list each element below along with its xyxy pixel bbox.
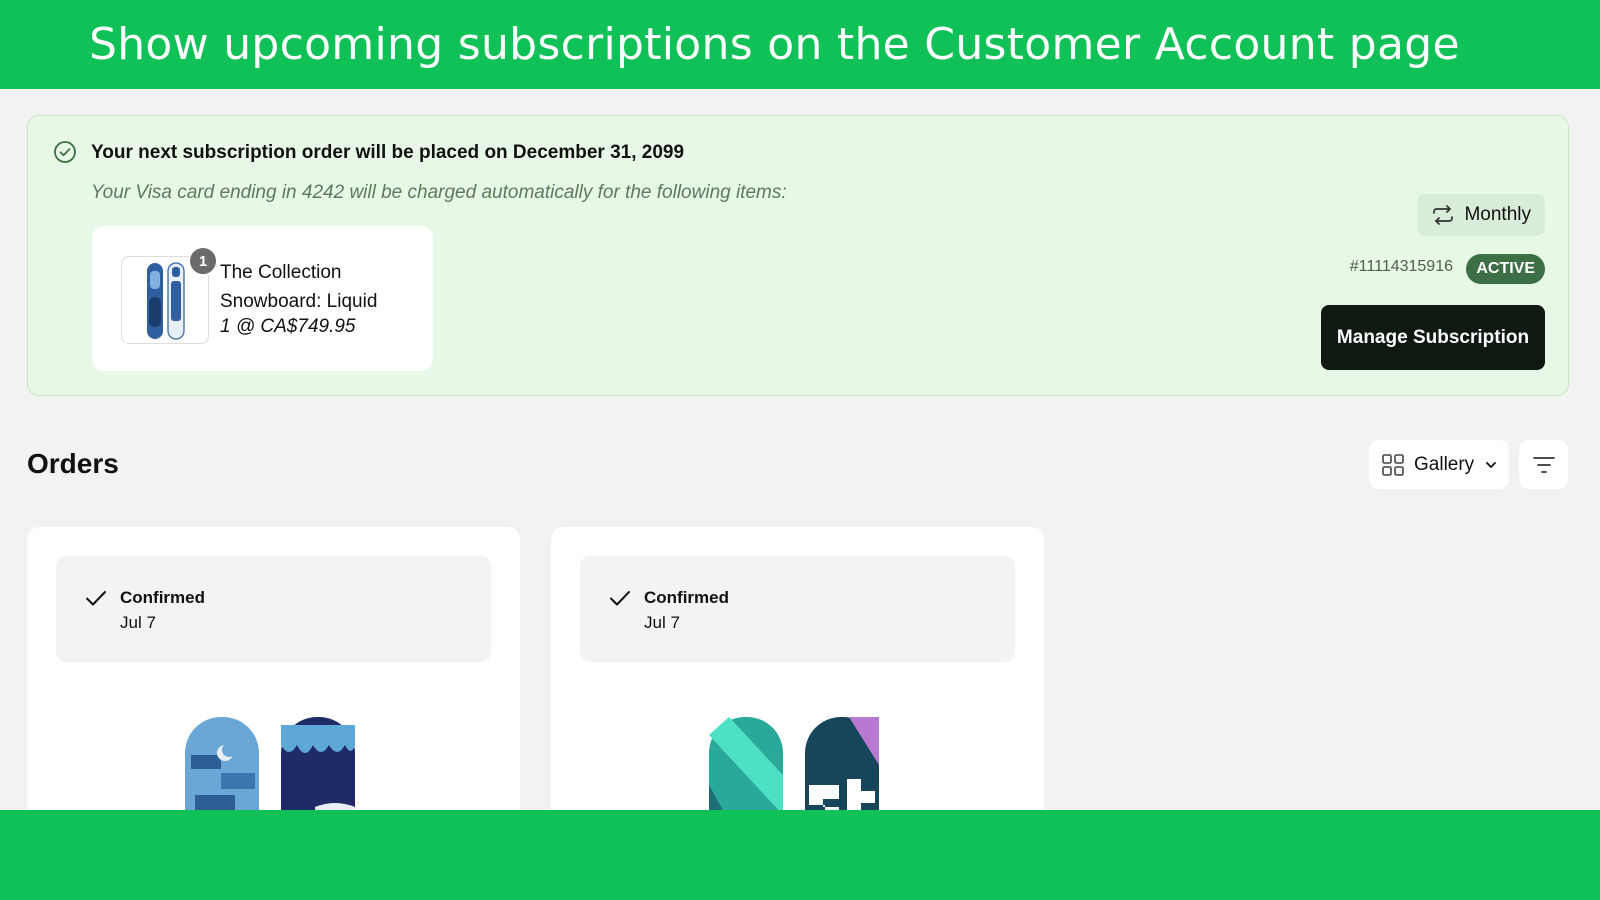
chevron-down-icon bbox=[1486, 461, 1497, 468]
bottom-banner bbox=[0, 810, 1600, 900]
filter-icon bbox=[1532, 456, 1555, 473]
grid-icon bbox=[1382, 453, 1404, 476]
order-date: Jul 7 bbox=[644, 613, 680, 632]
banner-title: Show upcoming subscriptions on the Custo… bbox=[89, 19, 1460, 70]
orders-heading: Orders bbox=[27, 448, 119, 479]
page-banner: Show upcoming subscriptions on the Custo… bbox=[0, 0, 1600, 89]
order-status-label: Confirmed bbox=[120, 588, 205, 607]
next-order-heading: Your next subscription order will be pla… bbox=[91, 142, 685, 163]
manage-subscription-button[interactable]: Manage Subscription bbox=[1321, 305, 1545, 370]
check-icon bbox=[610, 591, 630, 606]
status-badge: ACTIVE bbox=[1466, 254, 1545, 284]
frequency-label: Monthly bbox=[1464, 204, 1531, 225]
product-price: 1 @ CA$749.95 bbox=[220, 316, 356, 337]
frequency-badge: Monthly bbox=[1417, 194, 1545, 236]
repeat-icon bbox=[1433, 205, 1454, 225]
quantity-badge: 1 bbox=[188, 246, 218, 276]
view-selector[interactable]: Gallery bbox=[1369, 440, 1509, 489]
subscription-item: 1 The Collection Snowboard: Liquid 1 @ C… bbox=[92, 226, 433, 371]
order-status-label: Confirmed bbox=[644, 588, 729, 607]
order-date: Jul 7 bbox=[120, 613, 156, 632]
order-status-panel: Confirmed Jul 7 bbox=[580, 556, 1015, 662]
charge-note: Your Visa card ending in 4242 will be ch… bbox=[91, 182, 787, 203]
filter-button[interactable] bbox=[1519, 440, 1568, 489]
check-circle-icon bbox=[54, 141, 76, 163]
view-selector-label: Gallery bbox=[1414, 453, 1475, 475]
check-icon bbox=[86, 591, 106, 606]
subscription-number: #11114315916 bbox=[1349, 258, 1453, 275]
order-card[interactable]: Confirmed Jul 7 bbox=[551, 527, 1044, 827]
product-name: The Collection Snowboard: Liquid bbox=[220, 262, 378, 312]
upcoming-subscription-card: Your next subscription order will be pla… bbox=[27, 115, 1569, 396]
order-status-panel: Confirmed Jul 7 bbox=[56, 556, 491, 662]
order-card[interactable]: Confirmed Jul 7 bbox=[27, 527, 520, 827]
